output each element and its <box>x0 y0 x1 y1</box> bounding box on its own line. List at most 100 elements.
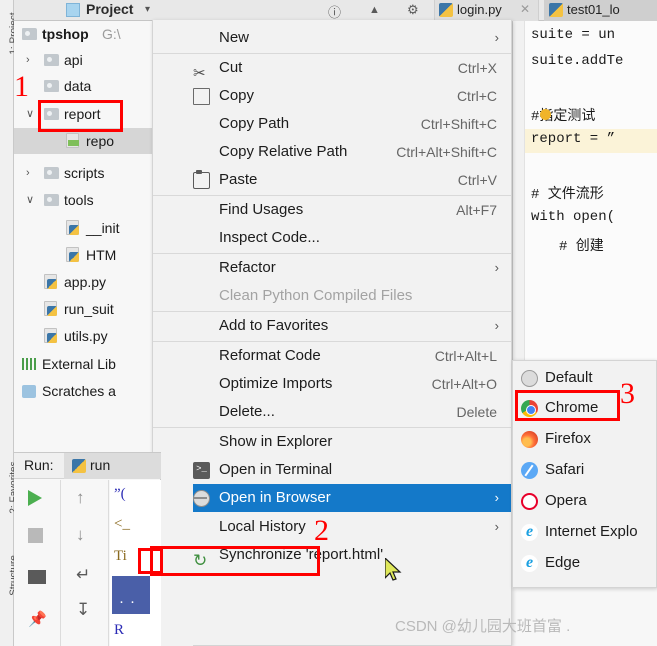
tree-item-utils-py[interactable]: utils.py <box>14 323 161 349</box>
copy-icon <box>193 86 210 105</box>
menu-item-show-in-explorer[interactable]: Show in Explorer <box>153 428 511 456</box>
menu-item-local-history[interactable]: Local History › <box>153 513 511 541</box>
tree-item-external-libraries[interactable]: External Lib <box>14 351 161 377</box>
code-line: suite = un <box>531 27 616 43</box>
python-file-icon <box>439 3 453 17</box>
terminal-icon: >_ <box>193 462 210 479</box>
close-icon[interactable]: ✕ <box>520 2 530 16</box>
top-toolbar: Project ▾ ⓘ ▲ ⚙ login.py ✕ test01_lo <box>14 0 657 21</box>
arrow-down-icon[interactable] <box>76 525 96 545</box>
code-line: suite.addTe <box>531 53 624 69</box>
python-file-icon <box>66 247 79 262</box>
submenu-item-edge[interactable]: e Edge <box>513 549 656 577</box>
annotation-box-browser-icon <box>138 548 163 574</box>
safari-icon <box>521 462 538 479</box>
tree-item-label: tpshop <box>42 26 89 42</box>
console-line: R <box>114 622 125 638</box>
menu-shortcut: Alt+F7 <box>456 202 497 218</box>
editor-tab-label: test01_lo <box>567 2 620 17</box>
tree-item-label: Scratches a <box>42 383 116 399</box>
stop-icon[interactable] <box>28 528 43 543</box>
html-file-icon <box>66 133 79 148</box>
tree-item-label: run_suit <box>64 301 114 317</box>
run-toolbar-right <box>62 480 109 646</box>
run-icon[interactable] <box>28 490 42 506</box>
submenu-item-safari[interactable]: Safari <box>513 456 656 484</box>
menu-item-open-in-browser[interactable]: Open in Browser › <box>153 484 511 512</box>
annotation-number-1: 1 <box>14 70 29 103</box>
python-file-icon <box>44 328 57 343</box>
tree-item-run-suite-py[interactable]: run_suit <box>14 296 161 322</box>
tree-item-label: app.py <box>64 274 107 290</box>
grid-icon[interactable] <box>28 570 46 584</box>
tree-item-init-py[interactable]: __init <box>14 215 161 241</box>
tree-item-app-py[interactable]: app.py <box>14 269 161 295</box>
menu-item-refactor[interactable]: Refactor › <box>153 254 511 282</box>
tree-item-label: api <box>64 52 83 68</box>
left-tool-strip: 1: Project 2: Favorites Structure <box>0 0 20 646</box>
chevron-down-icon[interactable]: ▾ <box>145 4 150 15</box>
opera-icon <box>521 493 538 510</box>
firefox-icon <box>521 431 538 448</box>
tree-item-scripts[interactable]: › scripts <box>14 160 161 186</box>
scissors-icon <box>193 60 210 77</box>
tree-item-api[interactable]: › api <box>14 47 161 73</box>
menu-item-copy[interactable]: Copy Ctrl+C <box>153 82 511 110</box>
tree-item-label: utils.py <box>64 328 108 344</box>
menu-item-new[interactable]: New › <box>153 24 511 52</box>
menu-shortcut: Ctrl+Alt+Shift+C <box>396 144 497 160</box>
circle-info-icon[interactable]: ⓘ <box>328 2 341 21</box>
collapse-icon[interactable]: ▲ <box>369 4 380 16</box>
tree-item-data[interactable]: data <box>14 73 161 99</box>
run-configuration-tab[interactable]: run <box>64 453 161 479</box>
chevron-right-icon[interactable]: › <box>26 160 30 186</box>
chevron-down-icon[interactable]: ∨ <box>26 101 34 127</box>
menu-item-optimize-imports[interactable]: Optimize Imports Ctrl+Alt+O <box>153 370 511 398</box>
annotation-box-report-folder <box>38 100 123 132</box>
menu-item-add-to-favorites[interactable]: Add to Favorites › <box>153 312 511 340</box>
run-label: Run: <box>24 457 54 473</box>
menu-item-paste[interactable]: Paste Ctrl+V <box>153 166 511 194</box>
annotation-box-chrome <box>515 390 620 421</box>
run-configuration-label: run <box>90 457 111 473</box>
chevron-down-icon[interactable]: ∨ <box>26 187 34 213</box>
submenu-item-opera[interactable]: Opera <box>513 487 656 515</box>
menu-item-open-in-terminal[interactable]: >_ Open in Terminal <box>153 456 511 484</box>
python-file-icon <box>44 301 57 316</box>
menu-item-find-usages[interactable]: Find Usages Alt+F7 <box>153 196 511 224</box>
menu-shortcut: Ctrl+Alt+O <box>431 376 497 392</box>
tree-item-html-py[interactable]: HTM <box>14 242 161 268</box>
chevron-right-icon: › <box>494 519 499 534</box>
menu-item-inspect-code[interactable]: Inspect Code... <box>153 224 511 252</box>
tree-item-tools[interactable]: ∨ tools <box>14 187 161 213</box>
editor-tab-login[interactable]: login.py ✕ <box>434 0 539 21</box>
submenu-item-internet-explorer[interactable]: e Internet Explo <box>513 518 656 546</box>
tree-item-tpshop[interactable]: tpshop G:\ <box>14 21 161 47</box>
tree-item-label: data <box>64 78 92 94</box>
editor-tab-label: login.py <box>457 2 502 17</box>
scratches-icon <box>22 385 36 398</box>
internet-explorer-icon: e <box>521 524 538 541</box>
folder-icon <box>22 28 37 40</box>
pycharm-window: 1: Project 2: Favorites Structure Projec… <box>0 0 657 646</box>
arrow-up-icon[interactable] <box>76 488 96 508</box>
folder-icon <box>44 167 59 179</box>
menu-item-reformat-code[interactable]: Reformat Code Ctrl+Alt+L <box>153 342 511 370</box>
tree-item-scratches[interactable]: Scratches a <box>14 378 161 404</box>
pin-icon[interactable] <box>28 610 48 630</box>
menu-item-copy-path[interactable]: Copy Path Ctrl+Shift+C <box>153 110 511 138</box>
soft-wrap-icon[interactable] <box>76 565 96 585</box>
scroll-to-end-icon[interactable] <box>76 600 96 620</box>
editor-tab-test01[interactable]: test01_lo <box>544 0 657 21</box>
intention-bulb-icon[interactable] <box>540 109 551 120</box>
menu-shortcut: Ctrl+X <box>457 60 497 76</box>
menu-item-cut[interactable]: Cut Ctrl+X <box>153 54 511 82</box>
code-editor[interactable]: suite = un suite.addTe #指定测试 report = ” … <box>512 21 657 378</box>
edge-icon: e <box>521 555 538 572</box>
console-selection-block <box>112 576 150 614</box>
gear-icon[interactable]: ⚙ <box>407 2 419 18</box>
menu-item-delete[interactable]: Delete... Delete <box>153 398 511 426</box>
menu-item-copy-relative-path[interactable]: Copy Relative Path Ctrl+Alt+Shift+C <box>153 138 511 166</box>
globe-icon <box>193 490 210 507</box>
submenu-item-firefox[interactable]: Firefox <box>513 425 656 453</box>
